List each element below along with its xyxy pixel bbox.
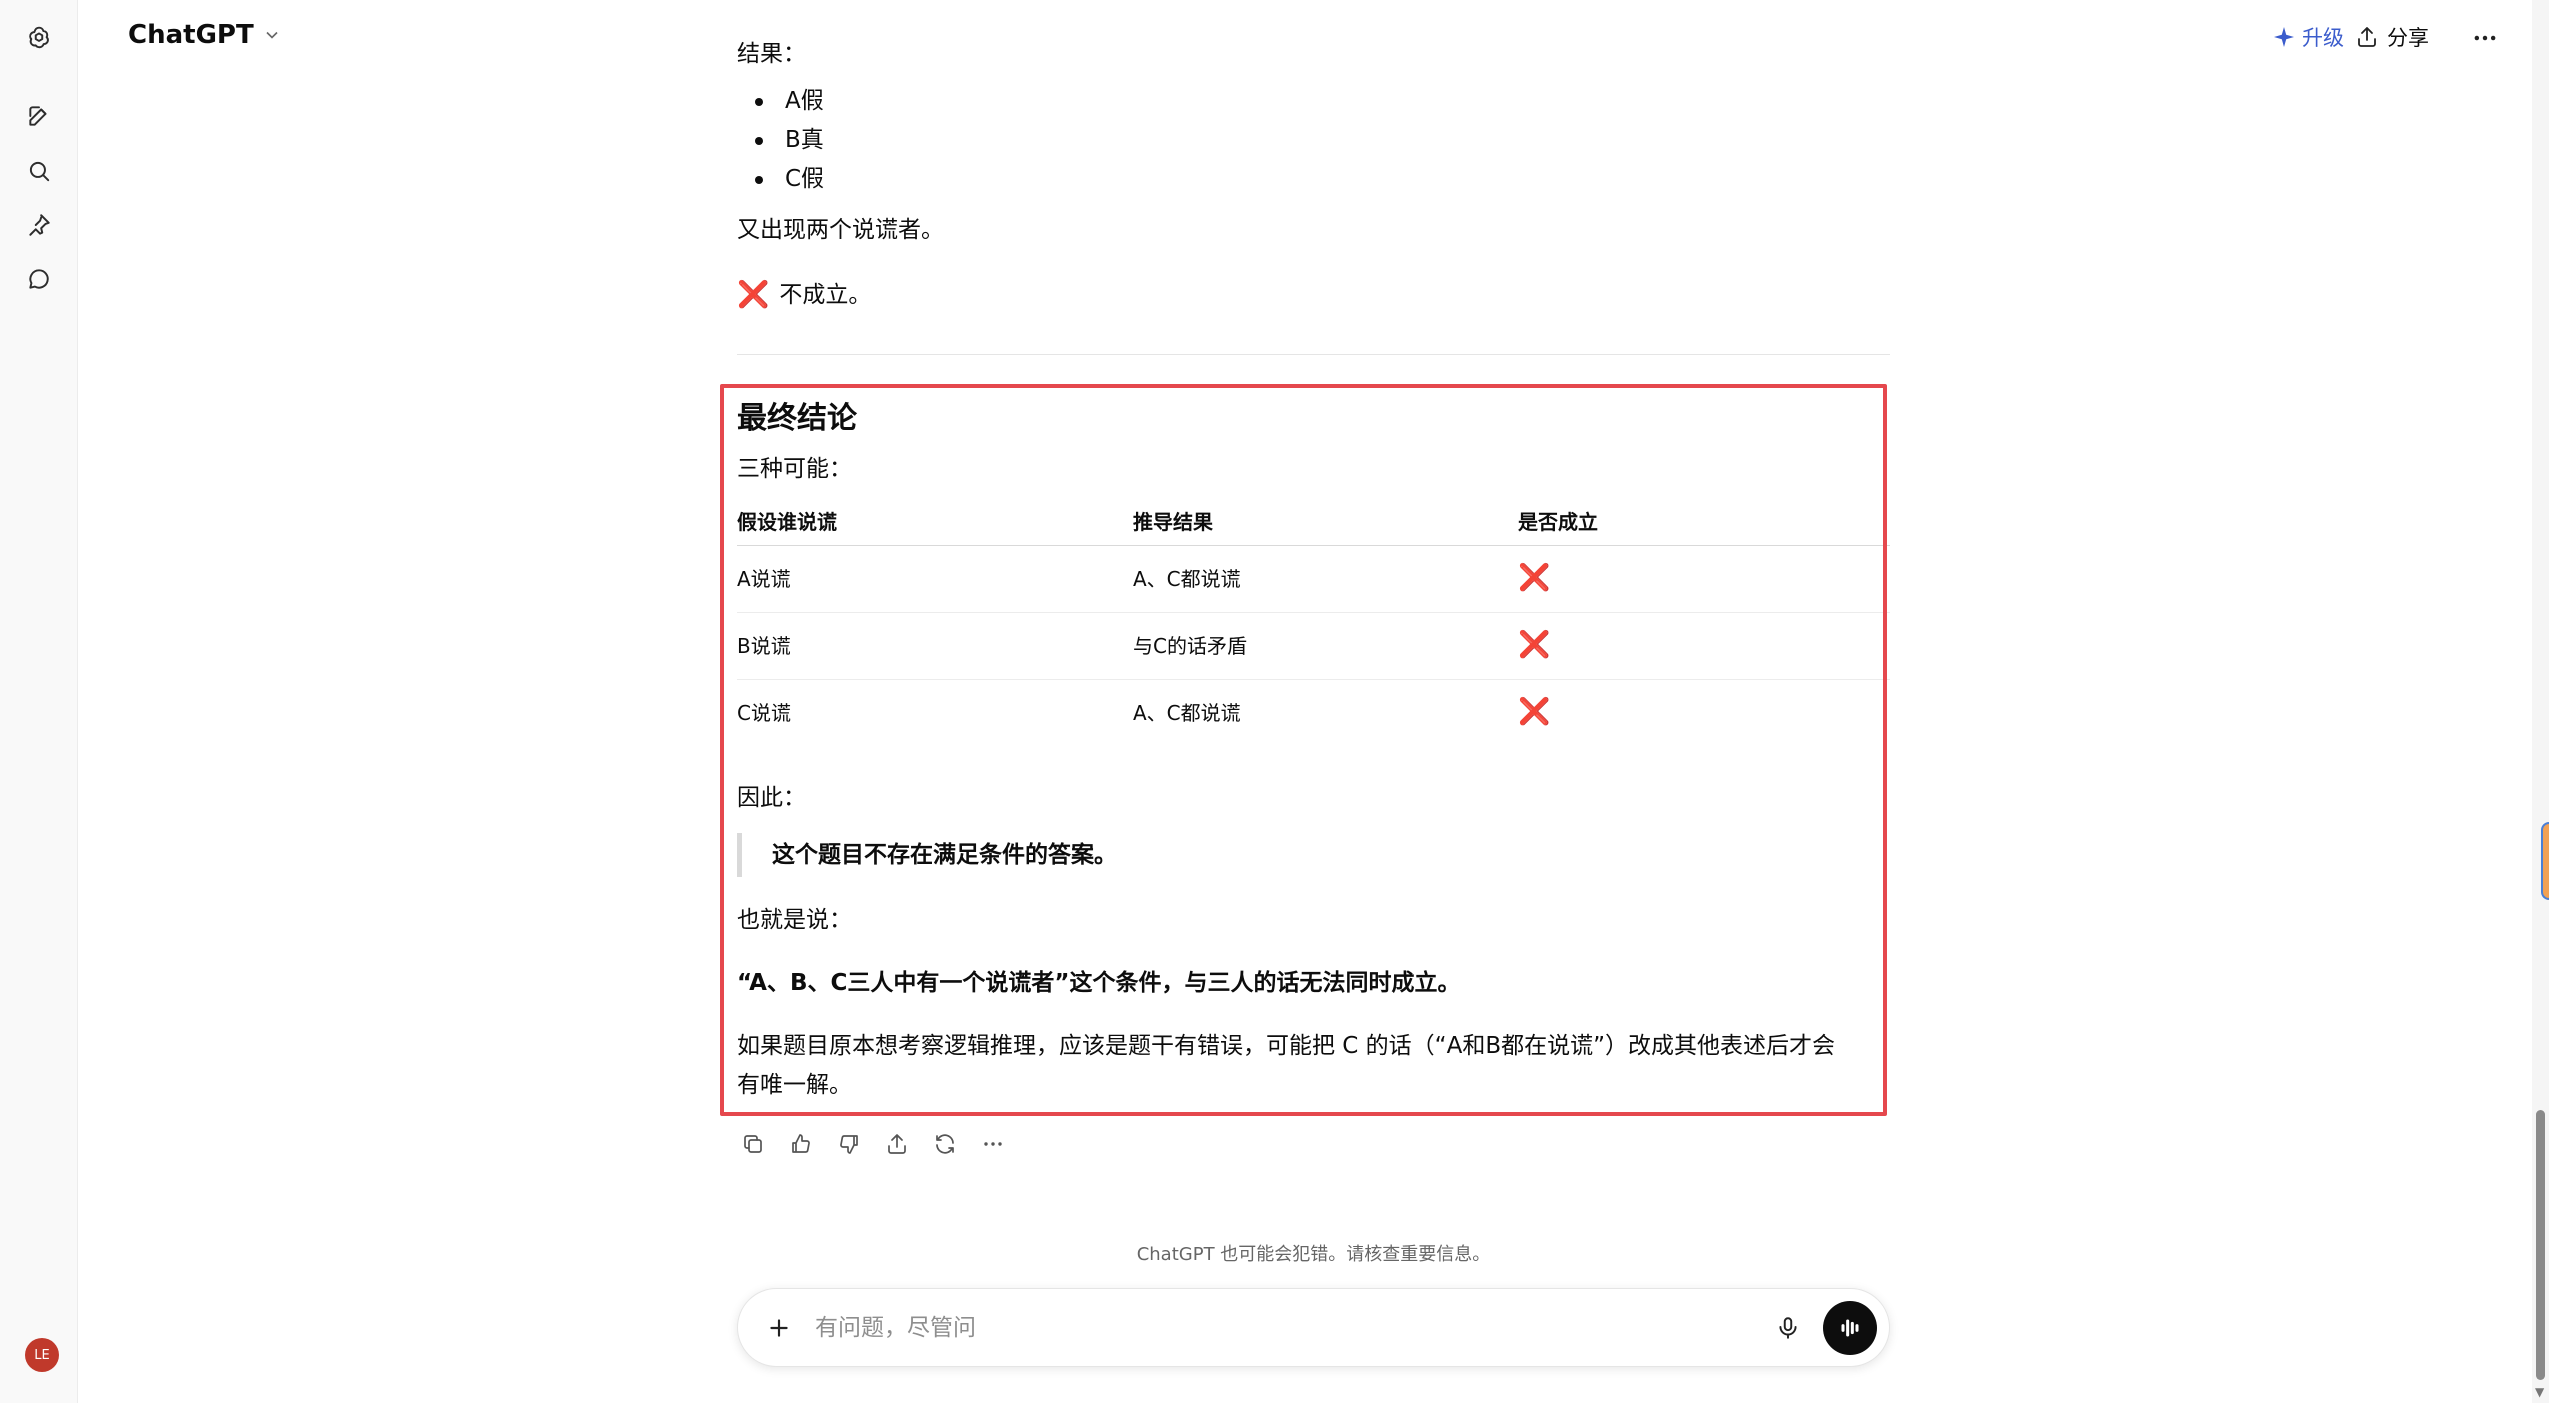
note-text: 又出现两个说谎者。 bbox=[737, 217, 944, 243]
share-icon bbox=[2358, 27, 2376, 47]
openai-logo-icon[interactable] bbox=[21, 20, 57, 56]
more-dots-icon bbox=[983, 1141, 1002, 1146]
thumbs-up-button[interactable] bbox=[785, 1128, 816, 1159]
composer bbox=[737, 1288, 1890, 1367]
top-bar: ChatGPT 升级 分享 bbox=[78, 0, 2549, 80]
list-item: A假 bbox=[737, 82, 824, 121]
share-icon bbox=[887, 1133, 906, 1154]
regenerate-button[interactable] bbox=[929, 1128, 960, 1159]
highlight-box bbox=[720, 384, 1887, 1116]
more-options-button[interactable] bbox=[2471, 24, 2499, 56]
more-dots-icon bbox=[2474, 35, 2496, 41]
message-actions bbox=[737, 1128, 1008, 1159]
upgrade-button[interactable]: 升级 bbox=[2272, 22, 2344, 52]
attach-button[interactable] bbox=[760, 1309, 798, 1347]
share-button[interactable]: 分享 bbox=[2355, 22, 2429, 52]
thumbs-down-button[interactable] bbox=[833, 1128, 864, 1159]
cross-mark-icon: ❌ bbox=[737, 280, 770, 310]
copy-button[interactable] bbox=[737, 1128, 768, 1159]
scrollbar[interactable]: ▼ bbox=[2532, 0, 2549, 1403]
verdict-text: 不成立。 bbox=[779, 282, 872, 309]
pin-icon[interactable] bbox=[21, 207, 57, 243]
sidebar-rail: LE bbox=[0, 0, 78, 1403]
more-actions-button[interactable] bbox=[977, 1128, 1008, 1159]
list-item: B真 bbox=[737, 121, 824, 160]
thumbs-down-icon bbox=[839, 1134, 858, 1154]
list-item: C假 bbox=[737, 160, 824, 199]
thumbs-up-icon bbox=[791, 1133, 810, 1153]
chat-bubble-icon[interactable] bbox=[21, 261, 57, 297]
plus-icon bbox=[770, 1319, 788, 1337]
side-panel-tab[interactable] bbox=[2541, 822, 2549, 900]
message-input[interactable] bbox=[815, 1307, 1695, 1349]
model-name: ChatGPT bbox=[128, 20, 254, 50]
share-label: 分享 bbox=[2387, 26, 2429, 50]
result-label: 结果： bbox=[737, 41, 806, 67]
result-list: A假 B真 C假 bbox=[737, 82, 824, 199]
search-icon[interactable] bbox=[21, 153, 57, 189]
scroll-down-arrow-icon[interactable]: ▼ bbox=[2535, 1385, 2544, 1399]
new-chat-icon[interactable] bbox=[21, 98, 57, 134]
share-message-button[interactable] bbox=[881, 1128, 912, 1159]
refresh-icon bbox=[935, 1133, 954, 1154]
disclaimer-text: ChatGPT 也可能会犯错。请核查重要信息。 bbox=[1136, 1244, 1491, 1265]
verdict-line: ❌ 不成立。 bbox=[737, 275, 871, 317]
scrollbar-thumb[interactable] bbox=[2536, 1110, 2545, 1380]
microphone-icon bbox=[1779, 1317, 1797, 1339]
chevron-down-icon bbox=[266, 31, 278, 39]
voice-waveform-icon bbox=[1841, 1319, 1859, 1337]
copy-icon bbox=[743, 1134, 762, 1153]
model-selector[interactable]: ChatGPT bbox=[128, 20, 282, 50]
upgrade-label: 升级 bbox=[2302, 26, 2344, 50]
divider bbox=[737, 354, 1890, 355]
avatar[interactable]: LE bbox=[25, 1338, 59, 1372]
sparkle-icon bbox=[2274, 27, 2294, 47]
voice-mode-button[interactable] bbox=[1823, 1301, 1877, 1355]
dictate-button[interactable] bbox=[1769, 1309, 1807, 1347]
